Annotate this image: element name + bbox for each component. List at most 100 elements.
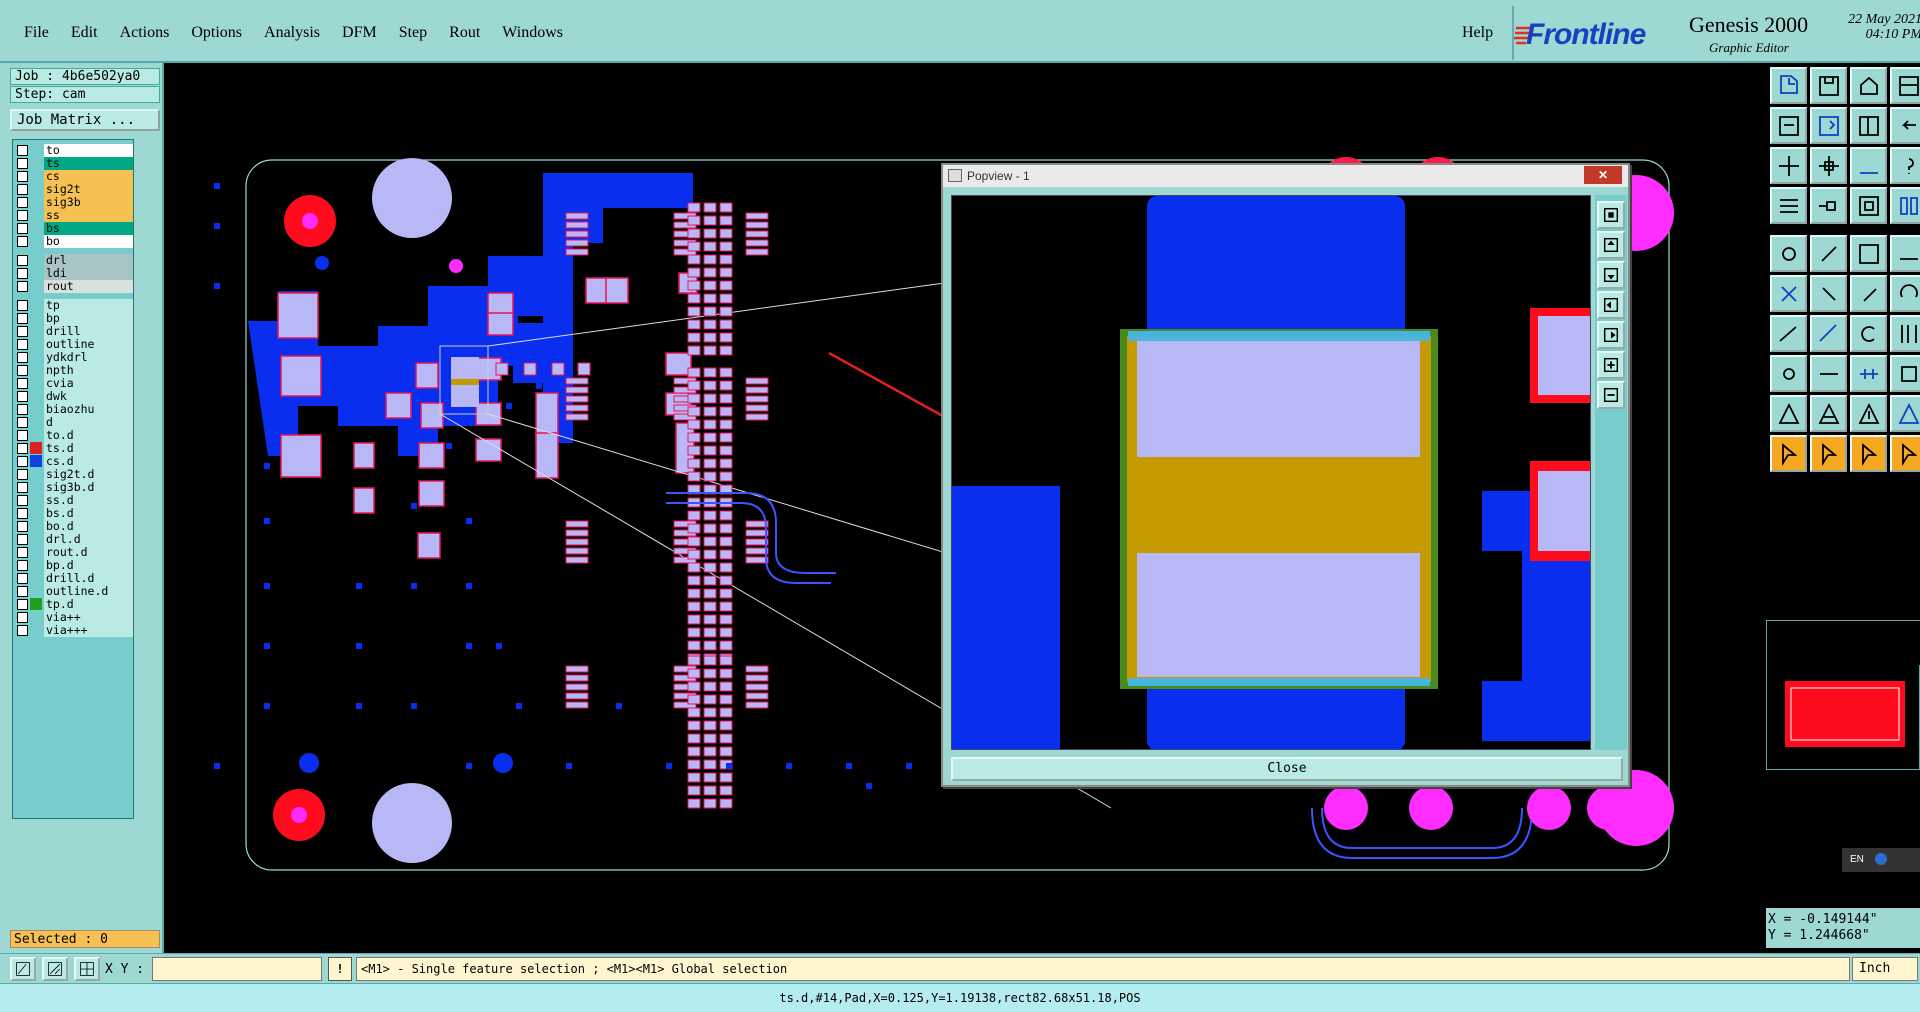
job-matrix-button[interactable]: Job Matrix ... xyxy=(10,109,160,131)
triangle-c-icon[interactable] xyxy=(1850,395,1887,432)
snap-grid-icon[interactable] xyxy=(1850,355,1887,392)
open-job-icon[interactable] xyxy=(1770,67,1807,104)
minimap[interactable] xyxy=(1766,620,1920,770)
layer-row[interactable]: tp xyxy=(15,298,133,312)
popview-zoom-view[interactable] xyxy=(951,195,1591,750)
layer-checkbox[interactable] xyxy=(17,507,28,519)
layer-checkbox[interactable] xyxy=(17,455,28,467)
layer-checkbox[interactable] xyxy=(17,429,28,441)
line-draw-icon[interactable] xyxy=(1810,315,1847,352)
layer-row[interactable]: sig3b.d xyxy=(15,480,133,494)
split-half-icon[interactable] xyxy=(1850,107,1887,144)
layer-checkbox[interactable] xyxy=(17,416,28,428)
pan-center-icon[interactable] xyxy=(1810,147,1847,184)
layer-checkbox[interactable] xyxy=(17,196,28,208)
window-fit-icon[interactable] xyxy=(1890,67,1920,104)
layer-row[interactable]: sig3b xyxy=(15,195,133,209)
layer-row[interactable]: drill xyxy=(15,324,133,338)
pv-zoom-out-icon[interactable] xyxy=(1597,381,1625,409)
layer-row[interactable]: rout.d xyxy=(15,545,133,559)
layer-checkbox[interactable] xyxy=(17,267,28,279)
home-icon[interactable] xyxy=(1850,67,1887,104)
connect-icon[interactable] xyxy=(1770,275,1807,312)
layer-checkbox[interactable] xyxy=(17,254,28,266)
layer-row[interactable]: drl.d xyxy=(15,532,133,546)
layer-row[interactable]: sig2t.d xyxy=(15,467,133,481)
zoom-in-box-icon[interactable] xyxy=(1770,107,1807,144)
layer-checkbox[interactable] xyxy=(17,546,28,558)
layer-row[interactable]: to xyxy=(15,143,133,157)
menu-windows[interactable]: Windows xyxy=(492,24,575,42)
delete-icon[interactable] xyxy=(1810,275,1847,312)
layer-row[interactable]: to.d xyxy=(15,428,133,442)
layer-row[interactable]: tp.d xyxy=(15,597,133,611)
pv-zoom-in-icon[interactable] xyxy=(1597,351,1625,379)
scale-1-2-icon[interactable] xyxy=(1850,147,1887,184)
add-line-icon[interactable] xyxy=(1810,235,1847,272)
select-window-icon[interactable] xyxy=(1850,435,1887,472)
layer-row[interactable]: via+++ xyxy=(15,623,133,637)
add-pad-icon[interactable] xyxy=(1770,235,1807,272)
pv-up-icon[interactable] xyxy=(1597,231,1625,259)
layer-row[interactable]: bo xyxy=(15,234,133,248)
layer-checkbox[interactable] xyxy=(17,377,28,389)
layer-checkbox[interactable] xyxy=(17,390,28,402)
layer-row[interactable]: outline.d xyxy=(15,584,133,598)
layer-row[interactable]: cs xyxy=(15,169,133,183)
add-text-icon[interactable] xyxy=(1890,235,1920,272)
pv-fit-icon[interactable] xyxy=(1597,201,1625,229)
layer-checkbox[interactable] xyxy=(17,481,28,493)
layer-row[interactable]: bp xyxy=(15,311,133,325)
layer-checkbox[interactable] xyxy=(17,533,28,545)
layer-checkbox[interactable] xyxy=(17,144,28,156)
zoom-out-box-icon[interactable] xyxy=(1810,107,1847,144)
layer-checkbox[interactable] xyxy=(17,170,28,182)
layer-row[interactable]: rout xyxy=(15,279,133,293)
layer-row[interactable]: npth xyxy=(15,363,133,377)
grid-icon[interactable] xyxy=(74,957,100,981)
layer-checkbox[interactable] xyxy=(17,157,28,169)
layer-checkbox[interactable] xyxy=(17,559,28,571)
select-pointer-icon[interactable] xyxy=(1810,435,1847,472)
layer-row[interactable]: d xyxy=(15,415,133,429)
layer-row[interactable]: outline xyxy=(15,337,133,351)
layer-row[interactable]: ts xyxy=(15,156,133,170)
flip-icon[interactable] xyxy=(1890,315,1920,352)
layer-checkbox[interactable] xyxy=(17,222,28,234)
add-surface-icon[interactable] xyxy=(1850,235,1887,272)
layer-checkbox[interactable] xyxy=(17,468,28,480)
menu-step[interactable]: Step xyxy=(389,24,439,42)
layer-row[interactable]: biaozhu xyxy=(15,402,133,416)
units-select[interactable]: Inch xyxy=(1852,957,1918,981)
layer-checkbox[interactable] xyxy=(17,403,28,415)
layer-checkbox[interactable] xyxy=(17,520,28,532)
layer-row[interactable]: dwk xyxy=(15,389,133,403)
popview-close-button[interactable]: Close xyxy=(951,757,1623,781)
menu-file[interactable]: File xyxy=(14,24,61,42)
layer-row[interactable]: ydkdrl xyxy=(15,350,133,364)
layer-row[interactable]: sig2t xyxy=(15,182,133,196)
layer-row[interactable]: ss.d xyxy=(15,493,133,507)
triangle-d-icon[interactable] xyxy=(1890,395,1920,432)
pv-down-icon[interactable] xyxy=(1597,261,1625,289)
layer-row[interactable]: bp.d xyxy=(15,558,133,572)
save-icon[interactable] xyxy=(1810,67,1847,104)
layer-row[interactable]: bo.d xyxy=(15,519,133,533)
arc-icon[interactable] xyxy=(1890,275,1920,312)
layer-checkbox[interactable] xyxy=(17,338,28,350)
popview-close-icon[interactable]: ✕ xyxy=(1584,166,1622,184)
layer-checkbox[interactable] xyxy=(17,312,28,324)
layer-checkbox[interactable] xyxy=(17,585,28,597)
pad-edit-icon[interactable] xyxy=(1890,355,1920,392)
layer-row[interactable]: ldi xyxy=(15,266,133,280)
angle-icon[interactable] xyxy=(1770,315,1807,352)
pv-right-icon[interactable] xyxy=(1597,321,1625,349)
menu-options[interactable]: Options xyxy=(181,24,254,42)
net-highlight-icon[interactable] xyxy=(1810,187,1847,224)
layer-checkbox[interactable] xyxy=(17,235,28,247)
menu-actions[interactable]: Actions xyxy=(110,24,182,42)
layer-row[interactable]: via++ xyxy=(15,610,133,624)
help-query-icon[interactable] xyxy=(1890,147,1920,184)
layer-checkbox[interactable] xyxy=(17,351,28,363)
filter-list-icon[interactable] xyxy=(1770,187,1807,224)
